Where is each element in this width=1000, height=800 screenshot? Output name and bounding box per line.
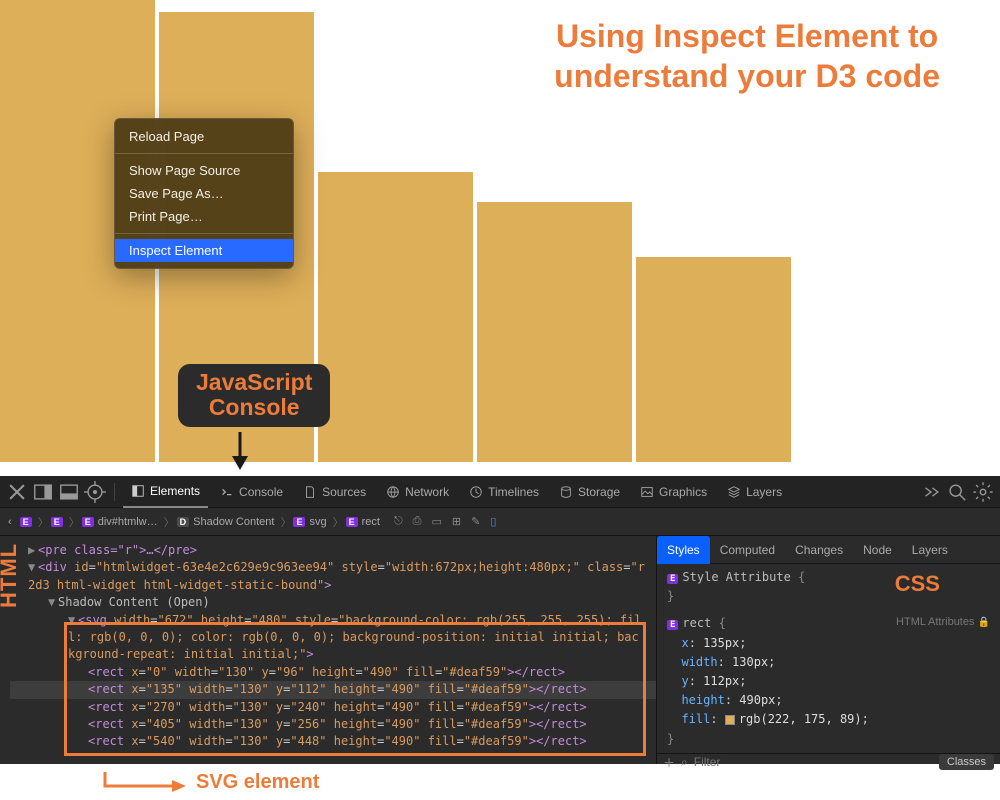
- styles-filter-row: ＋ ⌕ Classes: [657, 753, 1000, 771]
- crumb-toolbar: ⎋ ⎙ ▭ ⊞ ✎ ▯: [394, 515, 496, 528]
- graphics-icon: [640, 485, 654, 499]
- dock-side-icon[interactable]: [32, 481, 54, 503]
- crumb-item[interactable]: E: [49, 517, 69, 527]
- storage-icon: [559, 485, 573, 499]
- tab-storage[interactable]: Storage: [551, 476, 628, 508]
- tab-timelines-label: Timelines: [488, 485, 539, 499]
- arrow-down-icon: [220, 432, 260, 472]
- js-console-badge: JavaScript Console: [178, 364, 330, 427]
- bar-3: [318, 172, 473, 462]
- tab-graphics[interactable]: Graphics: [632, 476, 715, 508]
- tab-layers[interactable]: Layers: [719, 476, 790, 508]
- crumb-label: rect: [362, 516, 380, 528]
- dom-line-svg[interactable]: ▼<svg width="672" height="480" style="ba…: [10, 612, 656, 664]
- styles-tab-changes[interactable]: Changes: [785, 536, 853, 564]
- device-icon[interactable]: ▭: [431, 515, 441, 528]
- svg-element-label: SVG element: [196, 771, 319, 794]
- bar-6: [636, 397, 791, 462]
- grid-icon[interactable]: ⊞: [452, 515, 461, 528]
- ctx-separator: [115, 153, 293, 154]
- style-rule-rect[interactable]: HTML Attributes 🔒 Erect { x: 135px; widt…: [657, 610, 1000, 752]
- devtools-tab-bar: Elements Console Sources Network Timelin…: [0, 476, 1000, 508]
- arrow-right-icon: [100, 770, 190, 794]
- tab-network[interactable]: Network: [378, 476, 457, 508]
- styles-tab-layers[interactable]: Layers: [902, 536, 958, 564]
- crumb-item[interactable]: Esvg: [291, 516, 332, 528]
- search-icon[interactable]: [946, 481, 968, 503]
- styles-tab-bar: Styles Computed Changes Node Layers: [657, 536, 1000, 564]
- console-icon: [220, 485, 234, 499]
- tab-console-label: Console: [239, 485, 283, 499]
- tab-sources[interactable]: Sources: [295, 476, 374, 508]
- ctx-show-page-source[interactable]: Show Page Source: [115, 159, 293, 182]
- tab-elements-label: Elements: [150, 484, 200, 498]
- html-side-label: HTML: [0, 543, 22, 608]
- styles-panel: Styles Computed Changes Node Layers ESty…: [656, 536, 1000, 764]
- compositing-icon[interactable]: ▯: [490, 515, 496, 528]
- add-rule-icon[interactable]: ＋: [663, 754, 675, 771]
- filter-icon: ⌕: [681, 755, 688, 770]
- chevrons-icon[interactable]: [920, 481, 942, 503]
- tab-timelines[interactable]: Timelines: [461, 476, 547, 508]
- crumb-label: div#htmlw…: [98, 516, 158, 528]
- ctx-save-page-as[interactable]: Save Page As…: [115, 182, 293, 205]
- tab-graphics-label: Graphics: [659, 485, 707, 499]
- styles-tab-computed[interactable]: Computed: [710, 536, 785, 564]
- js-console-line1: JavaScript: [196, 370, 312, 395]
- context-menu: Reload Page Show Page Source Save Page A…: [114, 118, 294, 269]
- layers-icon: [727, 485, 741, 499]
- dom-line[interactable]: ▶<pre class="r">…</pre>: [10, 542, 656, 559]
- tab-console[interactable]: Console: [212, 476, 291, 508]
- ctx-print-page[interactable]: Print Page…: [115, 205, 293, 228]
- dom-line[interactable]: ▼<div id="htmlwidget-63e4e2c629e9c963ee9…: [10, 559, 656, 594]
- ctx-reload-page[interactable]: Reload Page: [115, 125, 293, 148]
- crumb-label: Shadow Content: [193, 516, 274, 528]
- crumb-item[interactable]: DShadow Content: [175, 516, 281, 528]
- gear-icon[interactable]: [972, 481, 994, 503]
- dom-rect-line[interactable]: <rect x="540" width="130" y="448" height…: [10, 733, 656, 750]
- tab-network-label: Network: [405, 485, 449, 499]
- style-rule-style-attr[interactable]: EStyle Attribute { } CSS: [657, 564, 1000, 610]
- ctx-inspect-element[interactable]: Inspect Element: [115, 239, 293, 262]
- crumb-item[interactable]: E: [18, 517, 38, 527]
- element-picker-icon[interactable]: [84, 481, 106, 503]
- css-side-label: CSS: [895, 566, 940, 601]
- ctx-separator: [115, 233, 293, 234]
- devtools-breadcrumb: ‹ E 〉 E 〉 Ediv#htmlw… 〉 DShadow Content …: [0, 508, 1000, 536]
- close-icon[interactable]: [6, 481, 28, 503]
- crumb-item[interactable]: Erect: [344, 516, 386, 528]
- classes-button[interactable]: Classes: [939, 754, 994, 770]
- network-icon: [386, 485, 400, 499]
- color-swatch[interactable]: [725, 715, 735, 725]
- svg-element-callout: SVG element: [100, 770, 319, 794]
- dom-tree[interactable]: HTML ▶<pre class="r">…</pre> ▼<div id="h…: [0, 536, 656, 764]
- elements-icon: [131, 484, 145, 498]
- dom-rect-line[interactable]: <rect x="0" width="130" y="96" height="4…: [10, 664, 656, 681]
- dom-line-shadow[interactable]: ▼Shadow Content (Open): [10, 594, 656, 611]
- js-console-line2: Console: [196, 395, 312, 420]
- dom-rect-line-selected[interactable]: <rect x="135" width="130" y="112" height…: [10, 681, 656, 698]
- crumb-chevron-left[interactable]: ‹: [6, 516, 18, 528]
- dom-rect-line[interactable]: <rect x="405" width="130" y="256" height…: [10, 716, 656, 733]
- timelines-icon: [469, 485, 483, 499]
- styles-tab-styles[interactable]: Styles: [657, 536, 710, 564]
- styles-filter-input[interactable]: [694, 755, 933, 769]
- crumb-item[interactable]: Ediv#htmlw…: [80, 516, 164, 528]
- styles-tab-node[interactable]: Node: [853, 536, 902, 564]
- dom-rect-line[interactable]: <rect x="270" width="130" y="240" height…: [10, 699, 656, 716]
- tab-sources-label: Sources: [322, 485, 366, 499]
- print-icon[interactable]: ⎙: [413, 515, 422, 528]
- force-state-icon[interactable]: ⎋: [394, 515, 403, 528]
- tab-storage-label: Storage: [578, 485, 620, 499]
- paintbrush-icon[interactable]: ✎: [471, 515, 480, 528]
- devtools-panel: Elements Console Sources Network Timelin…: [0, 476, 1000, 764]
- crumb-label: svg: [309, 516, 326, 528]
- tab-elements[interactable]: Elements: [123, 476, 208, 508]
- lock-icon: 🔒: [978, 617, 990, 628]
- sources-icon: [303, 485, 317, 499]
- tab-layers-label: Layers: [746, 485, 782, 499]
- devtools-body: HTML ▶<pre class="r">…</pre> ▼<div id="h…: [0, 536, 1000, 764]
- bar-4: [477, 202, 632, 462]
- dock-bottom-icon[interactable]: [58, 481, 80, 503]
